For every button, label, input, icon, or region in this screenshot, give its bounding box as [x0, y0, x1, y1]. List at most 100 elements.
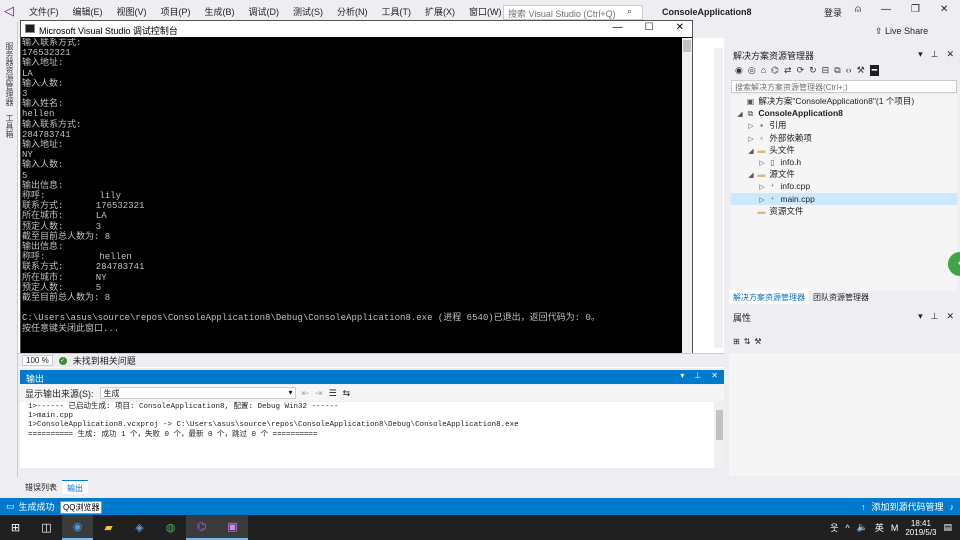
preview-icon[interactable]: ━: [869, 64, 880, 76]
tree-item[interactable]: ▷ ▯ info.h: [731, 156, 957, 168]
menu-item-7[interactable]: 分析(N): [330, 6, 375, 18]
notification-icon[interactable]: ♪: [950, 502, 955, 512]
prop-pin-icon[interactable]: ⊥: [931, 311, 939, 322]
store-icon[interactable]: ◈: [124, 515, 155, 540]
tree-item[interactable]: ▷ ▪ 引用: [731, 119, 957, 131]
show-all-icon[interactable]: ⧉: [834, 65, 840, 76]
console-line: 输入人数:: [22, 78, 64, 89]
live-share-button[interactable]: ⇪ Live Share: [875, 26, 928, 37]
panel-close-icon[interactable]: ✕: [711, 371, 718, 380]
se-pin-icon[interactable]: ⊥: [931, 49, 939, 60]
search-icon[interactable]: ⌕: [627, 6, 632, 17]
menu-item-2[interactable]: 视图(V): [110, 6, 154, 18]
menu-item-3[interactable]: 项目(P): [154, 6, 198, 18]
tab-output[interactable]: 输出: [62, 480, 88, 494]
tree-item[interactable]: ▷ ⁺ info.cpp: [731, 180, 957, 192]
ime-language[interactable]: 英: [875, 521, 884, 534]
back-icon[interactable]: ◉: [735, 65, 743, 76]
menu-item-8[interactable]: 工具(T): [375, 6, 419, 18]
restore-button[interactable]: ❐: [911, 4, 920, 15]
tab-team-explorer[interactable]: 团队资源管理器: [809, 290, 873, 304]
code-icon[interactable]: ‹›: [846, 65, 852, 75]
tab-error-list[interactable]: 错误列表: [20, 480, 62, 494]
search-input[interactable]: 搜索 Visual Studio (Ctrl+Q): [503, 5, 643, 20]
action-center-icon[interactable]: ▤: [943, 522, 952, 533]
debug-console-window[interactable]: Microsoft Visual Studio 调试控制台 — ☐ ✕ 输入联系…: [20, 20, 693, 356]
properties-header[interactable]: 属性 ▾ ⊥ ✕: [729, 309, 960, 323]
toolbox-tab[interactable]: 工具箱: [4, 114, 15, 138]
se-dropdown-icon[interactable]: ▾: [918, 49, 923, 60]
menu-item-6[interactable]: 测试(S): [286, 6, 330, 18]
alphabetical-icon[interactable]: ⇅: [744, 337, 751, 351]
collapse-icon[interactable]: ⊟: [822, 65, 830, 76]
qq-browser-icon[interactable]: ◉: [62, 515, 93, 540]
issues-status[interactable]: 未找到相关问题: [73, 354, 136, 367]
file-explorer-icon[interactable]: ▰: [93, 515, 124, 540]
home-icon[interactable]: ⌂: [761, 65, 766, 75]
word-wrap-icon[interactable]: ⇆: [343, 388, 351, 399]
visual-studio-logo-icon[interactable]: ◁: [4, 4, 18, 18]
menu-item-0[interactable]: 文件(F): [22, 6, 66, 18]
se-close-icon[interactable]: ✕: [946, 49, 954, 60]
console-scroll-thumb[interactable]: [683, 40, 691, 52]
prop-close-icon[interactable]: ✕: [946, 311, 954, 322]
menu-item-1[interactable]: 编辑(E): [66, 6, 110, 18]
wrench-icon[interactable]: ⚒: [857, 65, 865, 76]
window-position-icon[interactable]: ▾: [680, 371, 684, 380]
browser-icon[interactable]: ◍: [155, 515, 186, 540]
task-view-icon[interactable]: ◫: [31, 515, 62, 540]
clear-all-icon[interactable]: ☰: [329, 388, 337, 399]
output-scroll-thumb[interactable]: [716, 410, 723, 440]
tree-item[interactable]: ▬ 资源文件: [731, 205, 957, 217]
sync-icon[interactable]: ⇄: [784, 65, 792, 76]
tree-item[interactable]: ▷ ⁺ main.cpp: [731, 192, 957, 205]
windows-start-icon[interactable]: ⊞: [0, 515, 31, 540]
account-icon[interactable]: ⍝: [855, 4, 861, 15]
vs-icon[interactable]: ⌬: [771, 65, 779, 76]
login-link[interactable]: 登录: [824, 6, 842, 19]
tray-chevron-icon[interactable]: ^: [845, 523, 849, 533]
pin-icon[interactable]: ⊥: [694, 371, 701, 380]
next-message-icon[interactable]: ⇥: [315, 388, 323, 399]
menu-item-10[interactable]: 窗口(W): [462, 6, 509, 18]
clock[interactable]: 18:41 2019/5/3: [905, 519, 936, 537]
close-button[interactable]: ✕: [940, 4, 948, 15]
ime-mode-icon[interactable]: M: [891, 523, 899, 533]
editor-scrollbar[interactable]: [714, 48, 723, 348]
property-pages-icon[interactable]: ⚒: [754, 337, 761, 351]
solution-search-input[interactable]: 搜索解决方案资源管理器(Ctrl+;): [731, 80, 957, 93]
tree-item[interactable]: ▷ ▫ 外部依赖项: [731, 132, 957, 144]
tree-item[interactable]: ▣ 解决方案"ConsoleApplication8"(1 个项目): [731, 95, 957, 107]
zoom-select[interactable]: 100 %: [22, 355, 53, 366]
prop-dropdown-icon[interactable]: ▾: [918, 311, 923, 322]
volume-icon[interactable]: 🔈: [857, 522, 868, 533]
menu-item-9[interactable]: 扩展(X): [418, 6, 462, 18]
pending-icon[interactable]: ⟳: [797, 65, 805, 76]
tree-item[interactable]: ◢ ▬ 源文件: [731, 168, 957, 180]
console-title-bar[interactable]: Microsoft Visual Studio 调试控制台: [21, 21, 692, 37]
console-maximize-button[interactable]: ☐: [645, 22, 654, 33]
menu-item-4[interactable]: 生成(B): [198, 6, 242, 18]
tree-item[interactable]: ◢ ▬ 头文件: [731, 144, 957, 156]
menu-item-5[interactable]: 调试(D): [242, 6, 287, 18]
visual-studio-taskbar-icon[interactable]: ⌬: [186, 515, 217, 540]
refresh-icon[interactable]: ↻: [809, 65, 817, 76]
minimize-button[interactable]: —: [881, 4, 891, 15]
solution-explorer-header[interactable]: 解决方案资源管理器 ▾ ⊥ ✕: [729, 47, 960, 61]
tree-item[interactable]: ◢ ⧉ ConsoleApplication8: [731, 107, 957, 119]
console-close-button[interactable]: ✕: [676, 22, 684, 33]
people-icon[interactable]: 웃: [830, 521, 838, 534]
categorized-icon[interactable]: ⊞: [733, 337, 740, 351]
prev-message-icon[interactable]: ⇤: [302, 388, 310, 399]
console-taskbar-icon[interactable]: ▣: [217, 515, 248, 540]
output-source-select[interactable]: 生成: [99, 387, 296, 399]
console-line: 所在城市: LA: [22, 211, 107, 222]
source-control-button[interactable]: 添加到源代码管理: [871, 500, 943, 513]
forward-icon[interactable]: ◎: [748, 65, 756, 76]
server-explorer-tab[interactable]: 服务器资源管理器: [4, 42, 15, 106]
console-scrollbar[interactable]: [682, 38, 692, 356]
output-panel-header[interactable]: 输出 ▾ ⊥ ✕: [20, 370, 724, 384]
console-line: 输入地址:: [22, 58, 64, 69]
console-minimize-button[interactable]: —: [613, 22, 623, 33]
tab-solution-explorer[interactable]: 解决方案资源管理器: [729, 290, 809, 304]
